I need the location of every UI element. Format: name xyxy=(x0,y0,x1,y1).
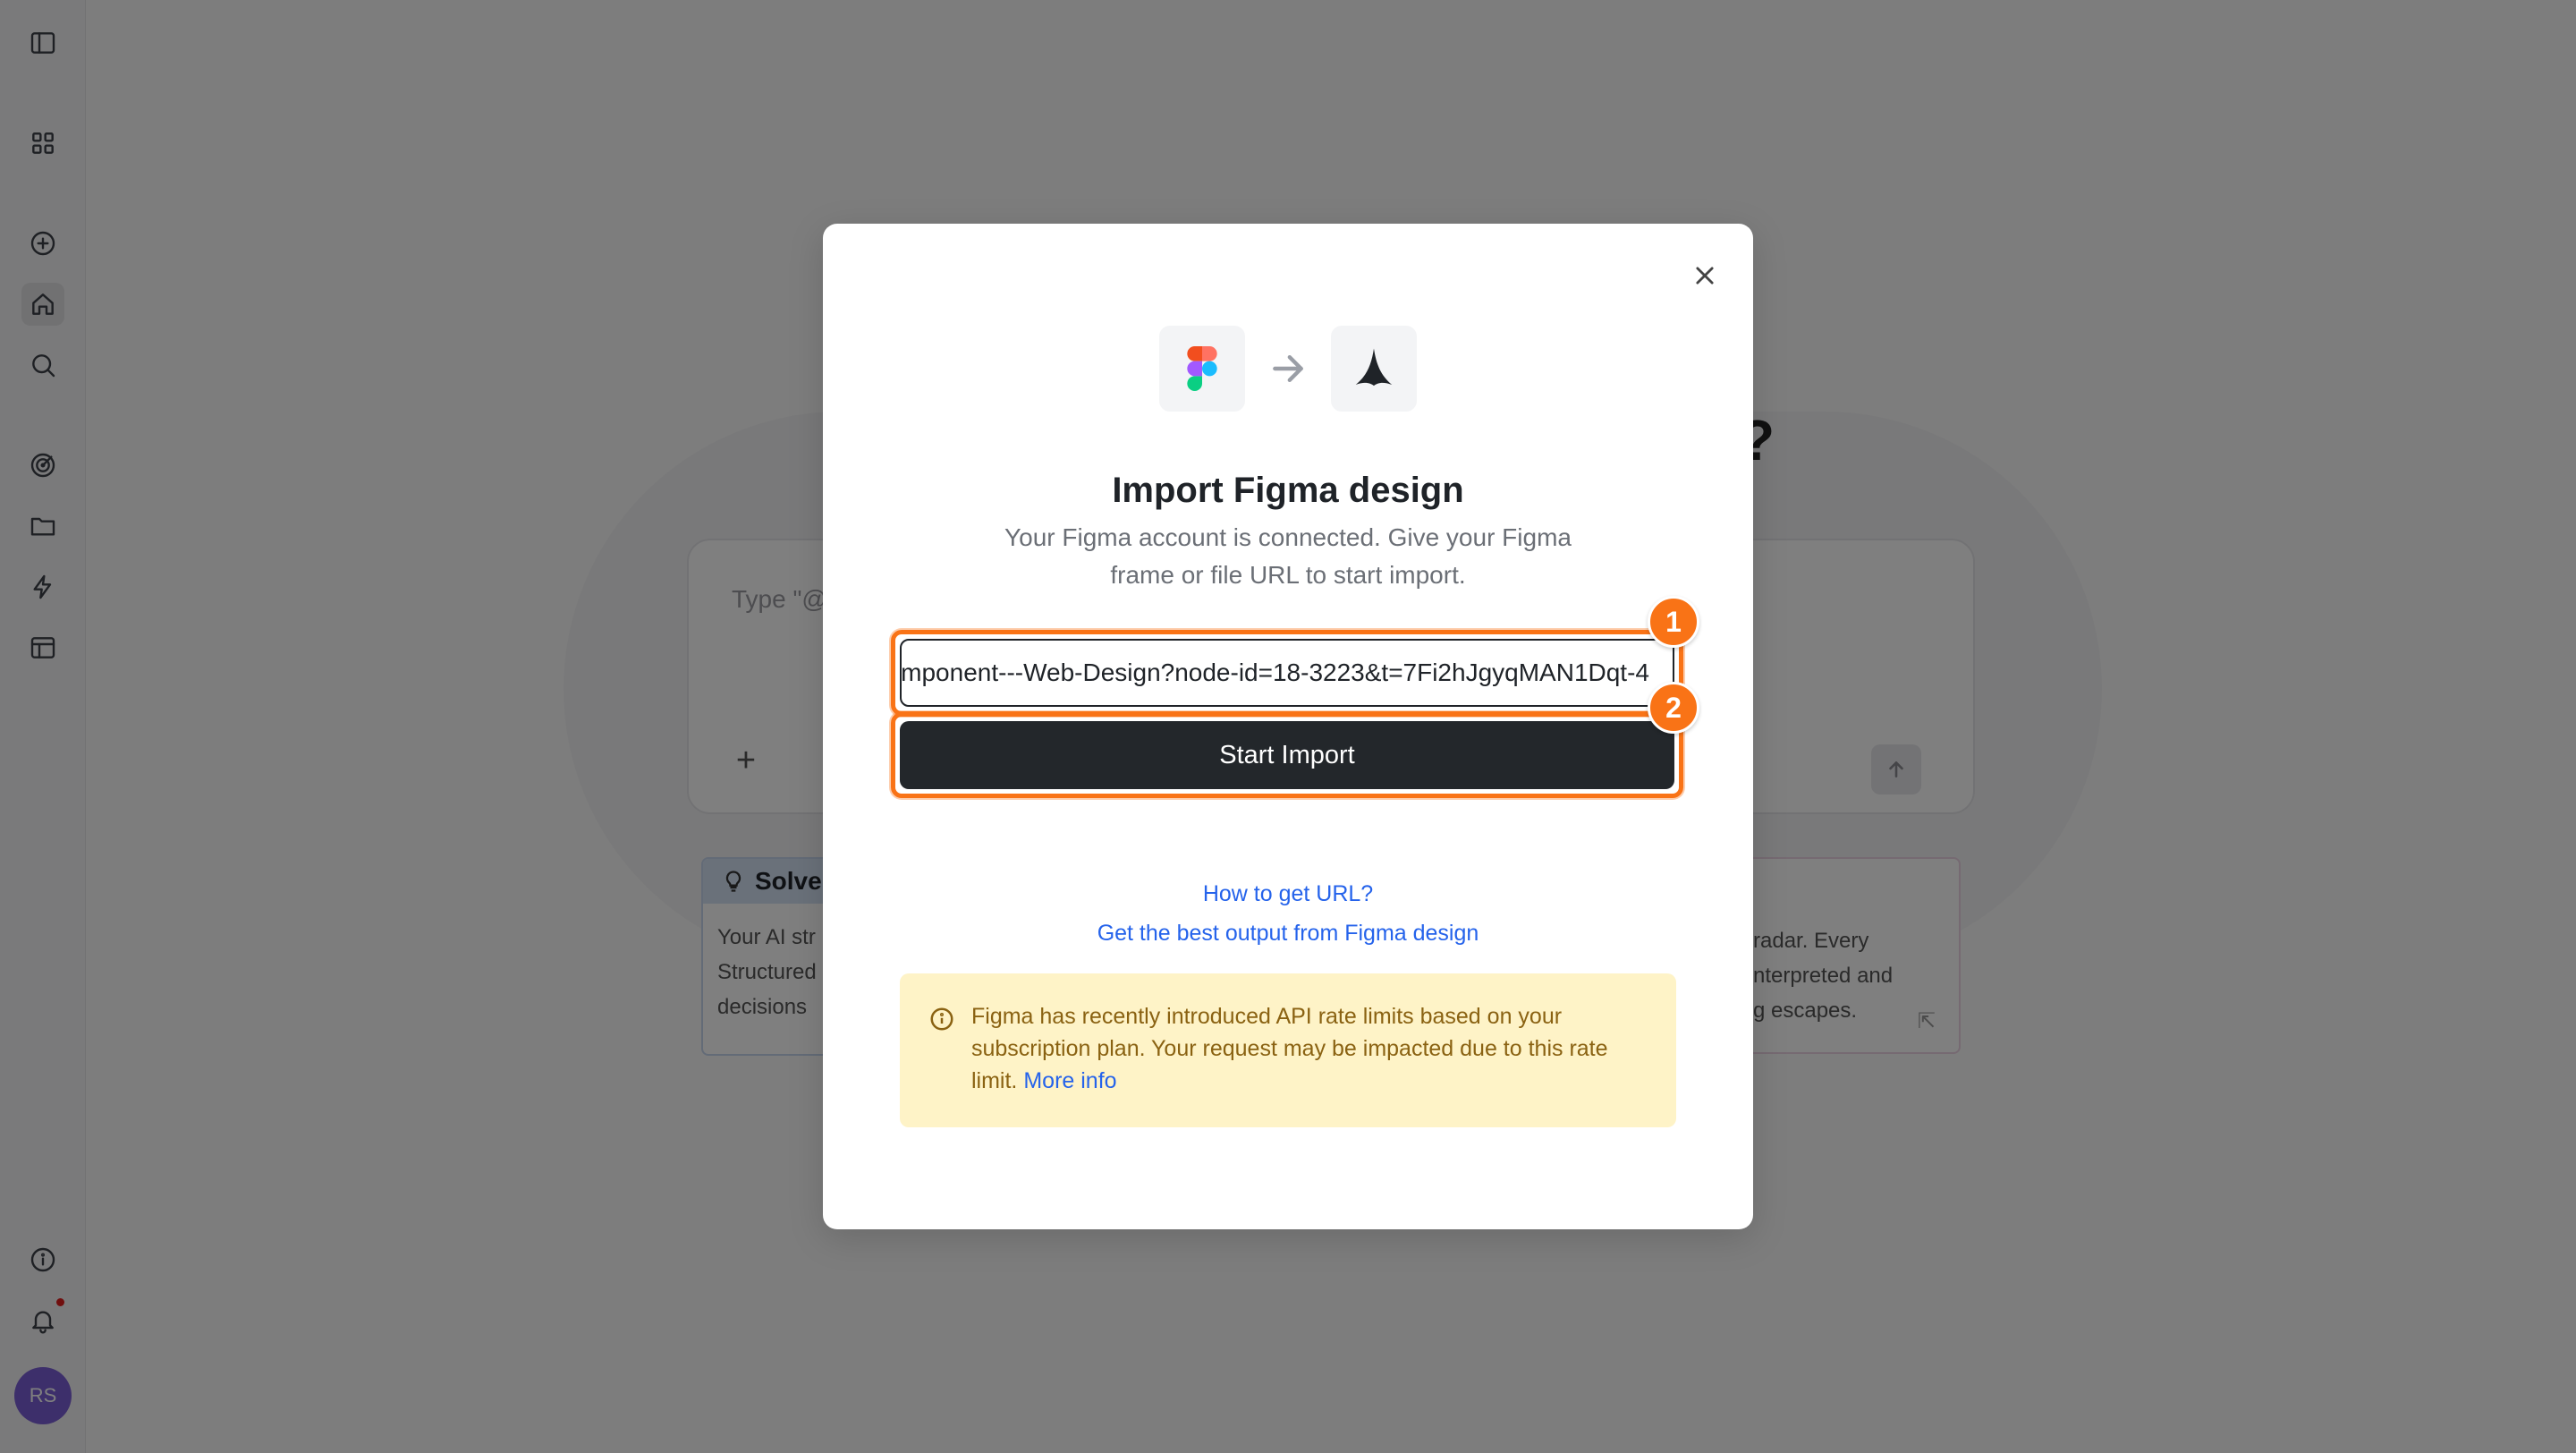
app-logo-icon xyxy=(1331,326,1417,412)
figma-url-input[interactable] xyxy=(902,641,1673,705)
info-icon xyxy=(928,1006,955,1032)
step-badge-2: 2 xyxy=(1648,682,1699,734)
figma-logo-icon xyxy=(1159,326,1245,412)
how-to-get-url-link[interactable]: How to get URL? xyxy=(823,881,1753,907)
logo-row xyxy=(1159,326,1417,412)
step-badge-1: 1 xyxy=(1648,596,1699,648)
start-import-button[interactable]: Start Import xyxy=(900,721,1674,789)
arrow-right-icon xyxy=(1245,326,1331,412)
import-figma-modal: Import Figma design Your Figma account i… xyxy=(823,224,1753,1229)
more-info-link[interactable]: More info xyxy=(1023,1068,1116,1093)
close-button[interactable] xyxy=(1685,256,1724,295)
figma-url-field[interactable] xyxy=(900,639,1674,707)
close-icon xyxy=(1696,267,1714,285)
modal-subtitle: Your Figma account is connected. Give yo… xyxy=(1004,523,1572,589)
modal-title: Import Figma design xyxy=(1112,471,1464,510)
best-output-link[interactable]: Get the best output from Figma design xyxy=(823,921,1753,947)
rate-limit-notice: Figma has recently introduced API rate l… xyxy=(900,973,1676,1127)
